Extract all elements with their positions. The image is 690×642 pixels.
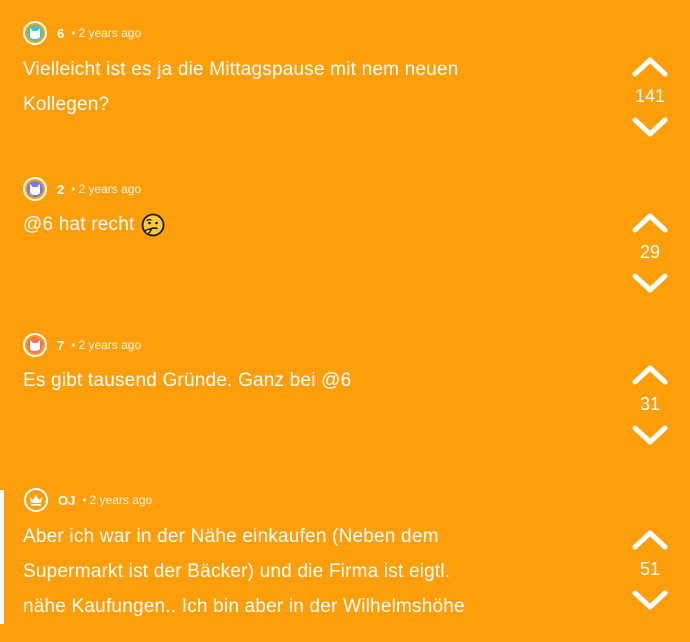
timestamp: 2 years ago <box>78 26 142 40</box>
avatar[interactable] <box>23 333 47 357</box>
comment-line: nähe Kaufungen.. Ich bin aber in der Wil… <box>23 596 465 617</box>
timestamp: 2 years ago <box>78 182 142 196</box>
author-name[interactable]: 7 <box>57 338 64 353</box>
avatar[interactable] <box>24 488 48 512</box>
meta-separator: • <box>71 338 76 352</box>
downvote-chevron-icon[interactable] <box>630 423 670 449</box>
comment-text: Es gibt tausend Gründe. Ganz bei @6 <box>23 363 583 398</box>
op-highlight-bar <box>0 490 4 624</box>
cat-icon <box>30 339 40 351</box>
vote-widget: 141 <box>625 53 675 141</box>
upvote-chevron-icon[interactable] <box>630 526 670 552</box>
vote-widget: 51 <box>625 526 675 614</box>
comment-meta: OJ • 2 years ago <box>24 488 152 512</box>
downvote-chevron-icon[interactable] <box>630 588 670 614</box>
upvote-chevron-icon[interactable] <box>630 53 670 79</box>
author-name[interactable]: OJ <box>58 493 75 508</box>
timestamp: 2 years ago <box>78 338 142 352</box>
cat-icon <box>30 183 40 195</box>
upvote-chevron-icon[interactable] <box>630 361 670 387</box>
avatar[interactable] <box>23 21 47 45</box>
vote-count: 29 <box>639 242 661 262</box>
meta-separator: • <box>82 493 87 507</box>
cat-icon <box>30 27 40 39</box>
comment-meta: 7 • 2 years ago <box>23 333 141 357</box>
meta-separator: • <box>71 26 76 40</box>
comment-text: Vielleicht ist es ja die Mittagspause mi… <box>23 52 583 122</box>
vote-count: 141 <box>634 86 666 106</box>
crown-icon <box>30 495 42 506</box>
comment-line: Supermarkt ist der Bäcker) und die Firma… <box>23 561 451 582</box>
comment-line: Aber ich war in der Nähe einkaufen (Nebe… <box>23 526 439 547</box>
comment-text: @6 hat recht <box>23 207 583 242</box>
thinking-face-icon <box>142 213 165 236</box>
author-name[interactable]: 6 <box>57 26 64 41</box>
comment-line: Es gibt tausend Gründe. Ganz bei @6 <box>23 370 352 391</box>
comment-meta: 2 • 2 years ago <box>23 177 141 201</box>
vote-count: 51 <box>639 559 661 579</box>
downvote-chevron-icon[interactable] <box>630 271 670 297</box>
downvote-chevron-icon[interactable] <box>630 115 670 141</box>
comment-meta: 6 • 2 years ago <box>23 21 141 45</box>
meta-separator: • <box>71 182 76 196</box>
vote-widget: 31 <box>625 361 675 449</box>
avatar[interactable] <box>23 177 47 201</box>
timestamp: 2 years ago <box>89 493 153 507</box>
comment-line: Vielleicht ist es ja die Mittagspause mi… <box>23 59 459 80</box>
vote-count: 31 <box>639 394 661 414</box>
upvote-chevron-icon[interactable] <box>630 209 670 235</box>
comment-line: Kollegen? <box>23 94 110 115</box>
comment-line: @6 hat recht <box>23 214 135 235</box>
comment-text: Aber ich war in der Nähe einkaufen (Nebe… <box>23 519 583 624</box>
vote-widget: 29 <box>625 209 675 297</box>
author-name[interactable]: 2 <box>57 182 64 197</box>
